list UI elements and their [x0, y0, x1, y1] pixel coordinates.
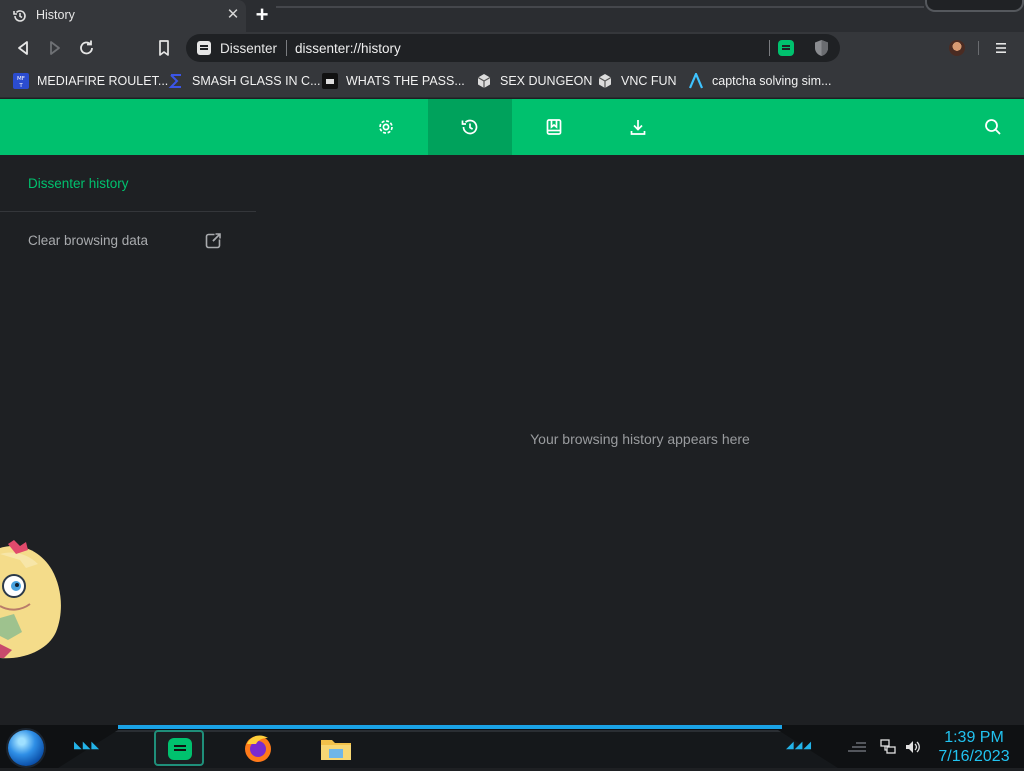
taskbar-decoration: ◣◣◣ — [74, 740, 101, 751]
firefox-icon — [245, 735, 271, 762]
taskbar-glow — [118, 725, 782, 729]
url-text[interactable]: dissenter://history — [295, 41, 401, 56]
search-icon[interactable] — [982, 116, 1004, 138]
page-header — [0, 99, 1024, 155]
desktop-mascot — [0, 540, 61, 659]
forward-icon[interactable] — [44, 38, 66, 58]
site-name: Dissenter — [220, 41, 278, 56]
bookmark-item[interactable]: SEX DUNGEON — [476, 64, 592, 97]
address-divider — [286, 40, 287, 56]
tab-strip: History ✕ + — [0, 0, 1024, 32]
bookmark-label: WHATS THE PASS... — [346, 73, 465, 88]
address-bar[interactable]: Dissenter dissenter://history — [186, 34, 840, 62]
dissenter-icon — [168, 738, 192, 760]
mediafire-icon: MF T — [13, 72, 29, 89]
address-divider — [769, 40, 770, 56]
history-icon — [13, 10, 26, 22]
menu-icon[interactable] — [995, 41, 1007, 55]
window-frame-decoration — [925, 0, 1024, 12]
profile-avatar[interactable] — [949, 40, 965, 56]
bookmark-label: SMASH GLASS IN C... — [192, 73, 321, 88]
toolbar-divider — [978, 41, 979, 55]
volume-icon[interactable] — [904, 739, 922, 755]
clock-time: 1:39 PM — [944, 729, 1004, 746]
taskbar-firefox-button[interactable] — [240, 730, 276, 766]
bookmark-label: MEDIAFIRE ROULET... — [37, 73, 169, 88]
tab-title: History — [36, 8, 75, 22]
svg-text:T: T — [18, 83, 23, 89]
tray-arrow-icon[interactable] — [846, 739, 868, 753]
downloads-button[interactable] — [596, 99, 680, 155]
external-link-icon[interactable] — [205, 232, 222, 249]
bookmark-item[interactable]: MF T MEDIAFIRE ROULET... — [13, 64, 168, 97]
bookmarks-bar: MF T MEDIAFIRE ROULET... SMASH GLASS IN … — [0, 64, 1024, 98]
start-button[interactable] — [8, 730, 44, 766]
tab-history[interactable]: History ✕ — [0, 0, 246, 32]
taskbar-decoration: ◢◢◢ — [786, 740, 813, 751]
bookmark-item[interactable]: SMASH GLASS IN C... — [168, 64, 321, 97]
bookmark-item[interactable]: WHATS THE PASS... — [322, 64, 465, 97]
clock-date: 7/16/2023 — [938, 748, 1010, 765]
cube-icon — [598, 73, 612, 88]
bookmark-label: VNC FUN — [621, 73, 677, 88]
tabstrip-divider — [276, 6, 924, 8]
cube-icon — [477, 73, 491, 88]
taskbar-dissenter-button[interactable] — [154, 730, 204, 766]
bookmark-icon[interactable] — [153, 38, 175, 58]
bookmark-item[interactable]: captcha solving sim... — [688, 64, 832, 97]
sidebar-divider — [0, 211, 256, 212]
folder-icon — [321, 740, 351, 760]
history-page: Dissenter history Clear browsing data Yo… — [0, 155, 1024, 725]
clear-browsing-data-link[interactable]: Clear browsing data — [28, 233, 148, 248]
network-icon[interactable] — [880, 739, 896, 755]
bookmarks-button[interactable] — [512, 99, 596, 155]
taskbar-explorer-button[interactable] — [318, 730, 354, 766]
new-tab-button[interactable]: + — [251, 4, 273, 27]
dissenter-extension-icon[interactable] — [778, 40, 794, 56]
system-clock[interactable]: 1:39 PM 7/16/2023 — [928, 728, 1020, 766]
close-tab-icon[interactable]: ✕ — [224, 6, 242, 24]
history-icon — [461, 119, 478, 135]
shield-icon[interactable] — [814, 39, 829, 57]
downloads-icon — [630, 120, 646, 135]
back-icon[interactable] — [12, 38, 34, 58]
settings-icon — [379, 120, 393, 134]
terminal-icon — [322, 72, 338, 89]
svg-text:MF: MF — [17, 76, 25, 82]
bookmark-label: captcha solving sim... — [712, 73, 832, 88]
settings-button[interactable] — [344, 99, 428, 155]
bookmark-label: SEX DUNGEON — [500, 73, 593, 88]
empty-history-message: Your browsing history appears here — [530, 431, 750, 447]
dissenter-site-icon — [197, 41, 211, 55]
arrow-up-icon — [688, 72, 704, 88]
taskbar: ◣◣◣ ◢◢◢ 1:39 PM 7/16/2023 — [0, 725, 1024, 768]
reload-icon[interactable] — [76, 38, 98, 58]
sidebar-title[interactable]: Dissenter history — [28, 176, 129, 191]
bookmark-item[interactable]: VNC FUN — [597, 64, 677, 97]
browser-toolbar: Dissenter dissenter://history — [0, 32, 1024, 64]
sigma-icon — [168, 73, 181, 88]
bookmarks-icon — [546, 119, 562, 135]
history-button[interactable] — [428, 99, 512, 155]
